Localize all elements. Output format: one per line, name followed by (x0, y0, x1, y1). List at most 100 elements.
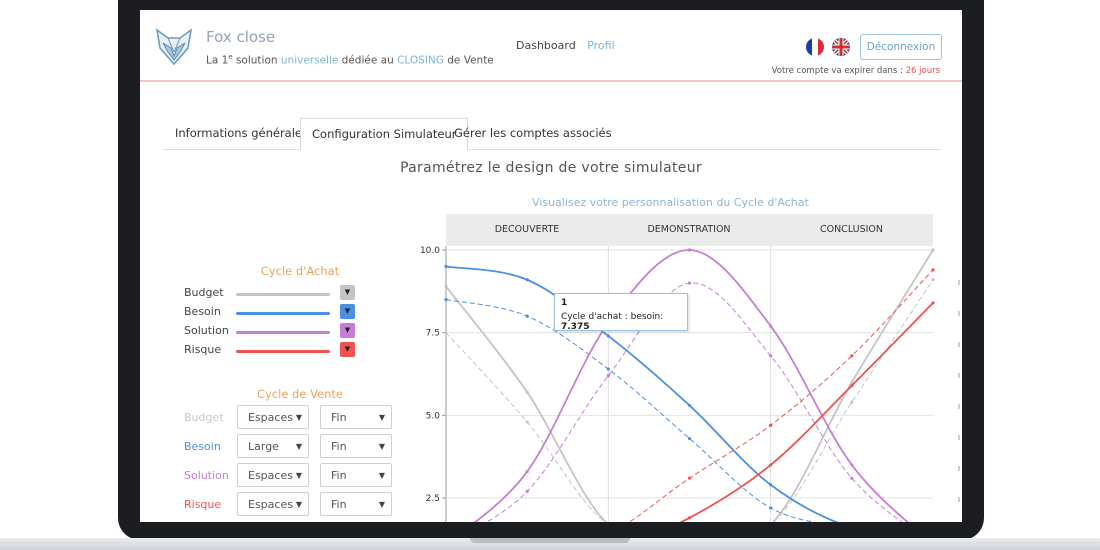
data-point (687, 403, 692, 408)
data-point (444, 298, 448, 302)
data-point (525, 390, 529, 394)
data-point (850, 400, 854, 404)
chevron-down-icon: ▼ (378, 413, 385, 422)
chart-caption: Visualisez votre personnalisation du Cyc… (532, 196, 809, 209)
spacing-select-value: Espaces (248, 469, 293, 482)
french-flag-icon[interactable] (806, 38, 824, 56)
main-nav: Dashboard Profil (516, 39, 615, 52)
phase-label: DECOUVERTE (494, 224, 560, 235)
data-point (687, 436, 692, 441)
data-point (444, 331, 448, 335)
cycle-vente-title: Cycle de Vente (256, 387, 344, 401)
end-select[interactable]: Fin ▼ (320, 405, 392, 429)
tagline-part: La 1 (206, 54, 229, 67)
tagline-highlight: CLOSING (397, 54, 444, 67)
color-picker-button[interactable]: ▼ (340, 342, 355, 357)
spacing-select[interactable]: Large ▼ (237, 434, 309, 458)
data-point (525, 420, 529, 424)
data-point (850, 383, 854, 388)
series-line-risque (628, 269, 934, 522)
series-line-budget (445, 279, 934, 522)
nav-dashboard-link[interactable]: Dashboard (516, 39, 576, 52)
data-point (769, 354, 773, 358)
end-select-value: Fin (331, 440, 347, 453)
chevron-down-icon: ▼ (295, 442, 302, 451)
end-select-value: Fin (331, 411, 347, 424)
color-picker-button[interactable]: ▼ (340, 285, 355, 300)
data-point (525, 314, 529, 318)
edge-marker (958, 373, 960, 378)
y-tick-label: 7.5 (426, 329, 440, 339)
series-line-besoin (445, 265, 839, 522)
tagline-highlight: universelle (280, 54, 339, 67)
data-point (687, 476, 692, 480)
color-picker-button[interactable]: ▼ (340, 323, 355, 338)
end-select-value: Fin (331, 469, 347, 482)
data-point (606, 334, 610, 338)
phase-label: DEMONSTRATION (647, 224, 731, 235)
expiry-notice: Votre compte va expirer dans : 26 jours (772, 66, 940, 76)
app-screen: Fox close La 1e solution universelle déd… (140, 10, 962, 522)
data-point (606, 367, 610, 371)
edge-marker (958, 311, 960, 316)
spacing-select-value: Espaces (248, 498, 293, 511)
chevron-down-icon: ▼ (295, 471, 302, 480)
phase-label: CONCLUSION (819, 224, 884, 235)
tab-informations-generales[interactable]: Informations générales (164, 118, 319, 148)
spacing-select[interactable]: Espaces ▼ (237, 492, 309, 516)
series-line-solution (485, 282, 903, 522)
data-point (525, 469, 529, 474)
data-point (769, 483, 773, 487)
tooltip-label: Cycle d'achat : besoin: (561, 312, 664, 322)
end-select-value: Fin (331, 498, 347, 511)
chart-tooltip: 1 Cycle d'achat : besoin: 7.375 (554, 293, 688, 332)
tooltip-title: 1 (561, 298, 568, 308)
logout-button[interactable]: Déconnexion (860, 34, 942, 60)
series-line-solution (473, 249, 909, 522)
cycle-vente-label: Solution (184, 469, 229, 482)
uk-flag-icon[interactable] (832, 38, 850, 56)
data-point (687, 248, 692, 252)
cycle-chart: 10.0 7.5 5.0 2.5 (420, 246, 960, 522)
edge-marker (958, 466, 960, 471)
data-point (444, 264, 448, 269)
data-point (850, 476, 854, 480)
end-select[interactable]: Fin ▼ (320, 434, 392, 458)
cycle-achat-line-swatch (236, 293, 330, 296)
data-point (931, 268, 935, 272)
data-point (931, 248, 935, 252)
end-select[interactable]: Fin ▼ (320, 492, 392, 516)
edge-marker (958, 280, 960, 285)
data-point (931, 301, 935, 305)
spacing-select[interactable]: Espaces ▼ (237, 405, 309, 429)
cycle-achat-label: Solution (184, 324, 229, 337)
tab-gerer-comptes[interactable]: Gérer les comptes associés (443, 118, 623, 148)
spacing-select[interactable]: Espaces ▼ (237, 463, 309, 487)
data-point (769, 423, 773, 427)
cycle-achat-title: Cycle d'Achat (260, 264, 340, 278)
cycle-achat-label: Besoin (184, 305, 221, 318)
expiry-days: 26 jours (905, 66, 940, 76)
tagline-part: de Vente (443, 54, 494, 67)
data-point (525, 489, 529, 493)
chevron-down-icon: ▼ (295, 413, 302, 422)
data-point (769, 506, 773, 510)
y-tick-label: 2.5 (426, 494, 440, 504)
data-point (769, 463, 773, 467)
chevron-down-icon: ▼ (378, 500, 385, 509)
spacing-select-value: Espaces (248, 411, 293, 424)
chevron-down-icon: ▼ (378, 471, 385, 480)
data-point (525, 278, 529, 282)
chevron-down-icon: ▼ (295, 500, 302, 509)
laptop-notch (470, 538, 630, 543)
color-picker-button[interactable]: ▼ (340, 304, 355, 319)
nav-profil-link[interactable]: Profil (587, 39, 614, 52)
top-header: Fox close La 1e solution universelle déd… (140, 10, 962, 82)
edge-marker (958, 342, 960, 347)
cycle-vente-label: Budget (184, 411, 224, 424)
data-point (769, 324, 773, 328)
data-point (606, 374, 610, 378)
end-select[interactable]: Fin ▼ (320, 463, 392, 487)
tagline-part: solution (232, 54, 281, 67)
cycle-achat-label: Budget (184, 286, 224, 299)
